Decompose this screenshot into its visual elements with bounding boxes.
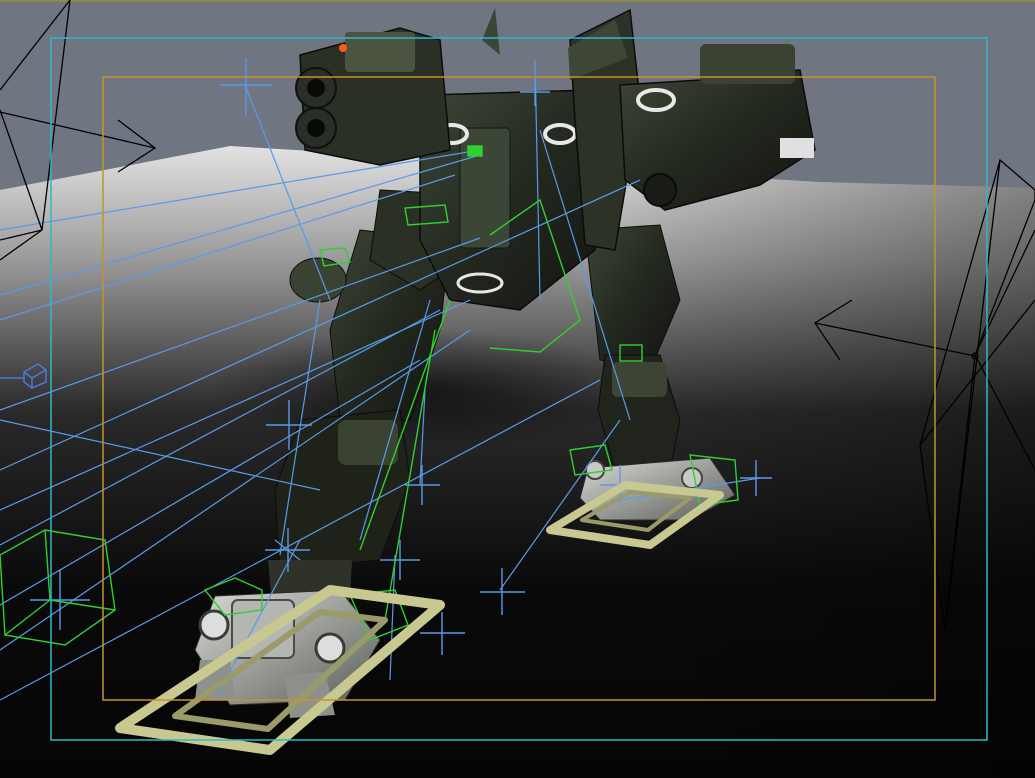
3d-viewport[interactable] bbox=[0, 0, 1035, 778]
mech-foot-front-piston bbox=[198, 609, 230, 641]
ik-shoulder-node[interactable] bbox=[467, 145, 483, 157]
mech-cannon-top bbox=[700, 44, 795, 84]
mech-pod-barrel-bore bbox=[307, 79, 325, 97]
mech-pod-barrel-bore bbox=[307, 119, 325, 137]
mech-cannon-vent bbox=[780, 138, 814, 158]
viewport-canvas[interactable] bbox=[0, 0, 1035, 778]
mech-pod-light bbox=[339, 44, 347, 52]
mech-foot-rear-piston bbox=[681, 467, 703, 489]
mech-foot-front-piston bbox=[314, 632, 346, 664]
mech-cannon-muzzle bbox=[643, 173, 677, 207]
viewport-top-edge bbox=[0, 0, 1035, 2]
mech-knee-rear bbox=[612, 362, 667, 397]
